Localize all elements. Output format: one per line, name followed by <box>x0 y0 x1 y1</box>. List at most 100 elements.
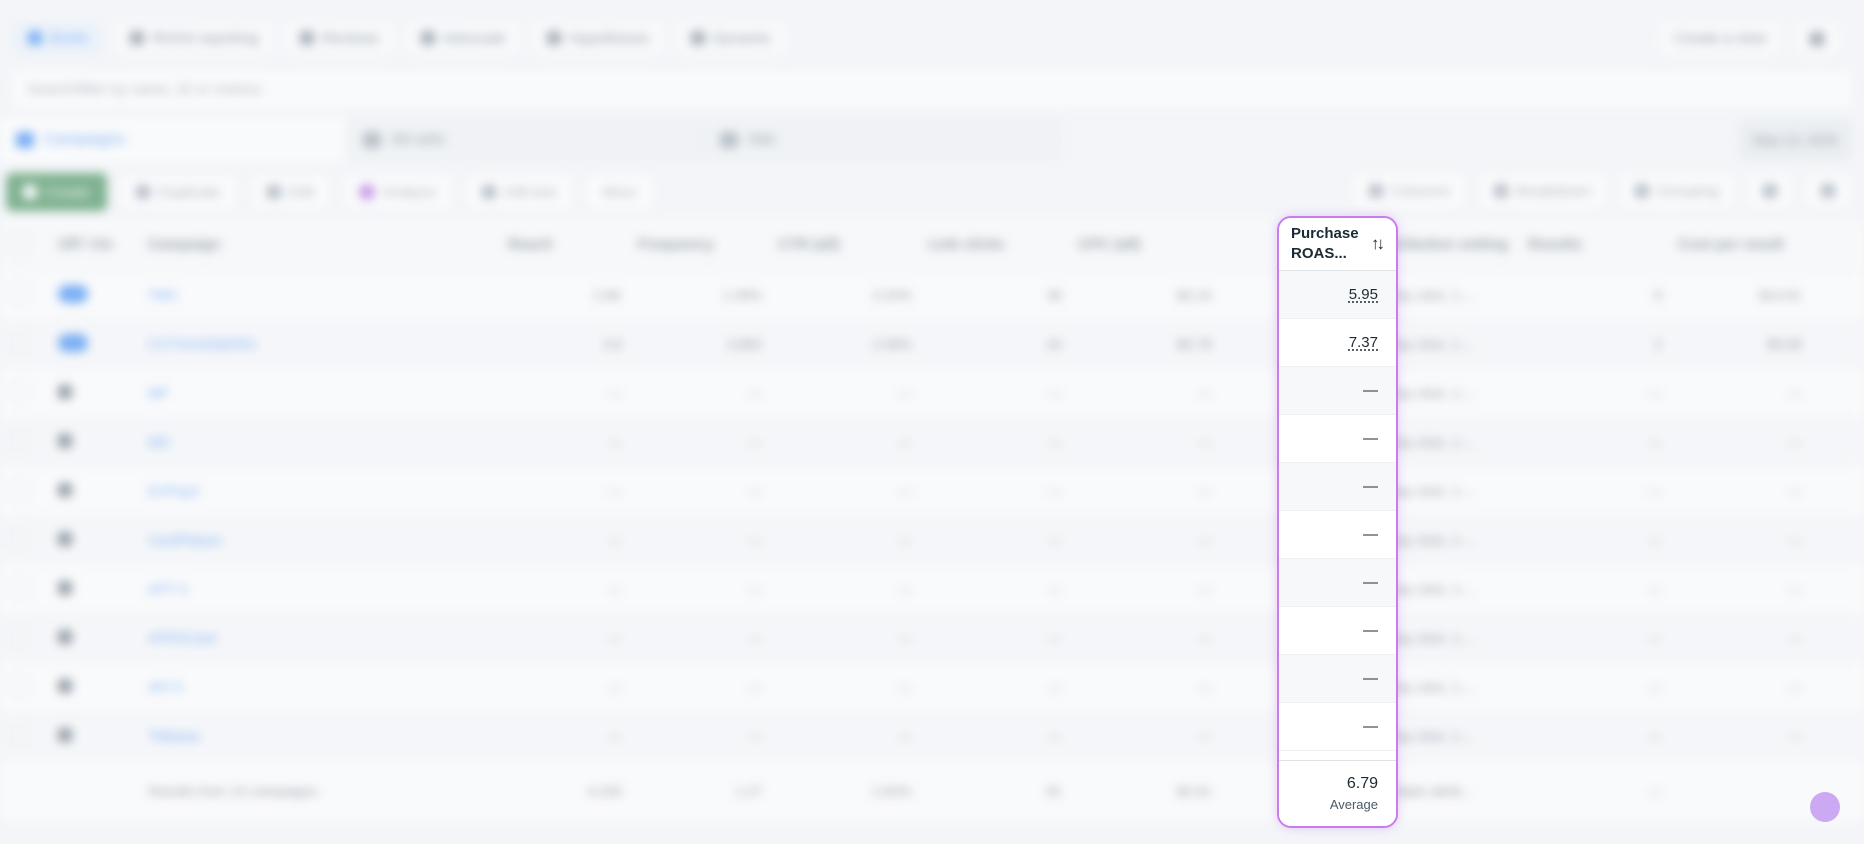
campaign-name-link[interactable]: MP <box>140 385 500 401</box>
row-toggle[interactable] <box>50 678 140 696</box>
reach-cell: — <box>608 434 622 450</box>
ctr-cell: — <box>898 385 912 401</box>
row-toggle[interactable] <box>50 384 140 402</box>
table-row[interactable]: TMbasic — — — — —7-day click, 1-... — — <box>0 712 1864 761</box>
row-checkbox[interactable] <box>0 430 50 454</box>
frequency-cell: — <box>748 483 762 499</box>
tab-campaigns[interactable]: Campaigns <box>0 118 347 162</box>
campaign-name-link[interactable]: API 5 <box>140 679 500 695</box>
row-checkbox[interactable] <box>0 528 50 552</box>
sort-arrows-icon[interactable]: ↑↓ <box>1371 234 1385 254</box>
settings-button[interactable] <box>1804 172 1852 210</box>
row-toggle[interactable] <box>50 727 140 745</box>
row-toggle[interactable] <box>50 531 140 549</box>
row-checkbox[interactable] <box>0 675 50 699</box>
header-link-clicks[interactable]: Link clicks <box>920 236 1070 253</box>
row-checkbox[interactable] <box>0 381 50 405</box>
ctr-cell: — <box>898 532 912 548</box>
table-row[interactable]: TMC 2.8K 1.09% 3.20% 38 $2.24 7-day click, 1-.… <box>0 271 1864 320</box>
frequency-cell: 3,860 <box>726 336 762 352</box>
edit-button[interactable]: Edit <box>249 173 332 211</box>
footer-clicks: 81 <box>1046 783 1062 799</box>
table-body: TMC 2.8K 1.09% 3.20% 38 $2.24 7-day click, 1-.… <box>0 271 1864 761</box>
row-checkbox[interactable] <box>0 479 50 503</box>
clicks-cell: — <box>1048 385 1062 401</box>
empty-value-dash: — <box>1363 430 1378 447</box>
table-row[interactable]: MP — — — — —7-day click, 1-... — — <box>0 369 1864 418</box>
campaign-name-link[interactable]: APT 3 <box>140 581 500 597</box>
row-toggle[interactable] <box>50 284 140 306</box>
purchase-roas-title: Purchase ROAS... <box>1291 225 1359 262</box>
campaign-name-link[interactable]: APFDCard <box>140 630 500 646</box>
top-tab-dynamic[interactable]: Dynamic <box>674 21 788 55</box>
purchase-roas-header[interactable]: Purchase ROAS... ↑↓ <box>1279 218 1396 271</box>
search-input[interactable]: Search/filter by name, ID or metrics <box>10 68 1854 110</box>
header-campaign[interactable]: Campaign <box>140 236 500 253</box>
top-tab-briefs[interactable]: Briefs <box>12 21 105 55</box>
footer-ctr: 2.82% <box>872 783 912 799</box>
top-tab-advocate[interactable]: Advocate <box>404 21 522 55</box>
create-view-button[interactable]: Create a view <box>1658 22 1782 55</box>
table-row[interactable]: CCT/AUSSIE/EN 3.6 3,860 2.58% 43 $0.78 7-day c… <box>0 320 1864 369</box>
breakdown-icon <box>1494 184 1509 198</box>
header-results[interactable]: Results <box>1520 236 1670 253</box>
tab-ad-sets[interactable]: Ad sets <box>347 118 704 162</box>
assistant-bubble-icon[interactable] <box>1810 792 1840 822</box>
table-row[interactable]: APT 3— — — — —7-day click, 1-... — — <box>0 565 1864 614</box>
header-frequency[interactable]: Frequency <box>630 236 770 253</box>
table-row[interactable]: MD — — — — —7-day click, 1-... — — <box>0 418 1864 467</box>
header-reach[interactable]: Reach <box>500 236 630 253</box>
table-row[interactable]: CardPlatum — — — — —7-day click, 1-... — — <box>0 516 1864 565</box>
table-row[interactable]: API 5— — — — —7-day click, 1-... — — <box>0 663 1864 712</box>
top-tab-roas[interactable]: ROAS reporting <box>114 21 275 55</box>
table-row[interactable]: EVPay3— — — — —7-day click, 1-... — — <box>0 467 1864 516</box>
grid-icon <box>363 132 381 148</box>
campaign-name-link[interactable]: TMC <box>140 287 500 303</box>
top-tab-reviews[interactable]: Reviews <box>284 21 395 55</box>
campaign-name-link[interactable]: EVPay3 <box>140 483 500 499</box>
more-button[interactable]: More <box>585 173 654 211</box>
empty-value-dash: — <box>1363 382 1378 399</box>
campaign-name-link[interactable]: MD <box>140 434 500 450</box>
header-cost-per-result[interactable]: Cost per result <box>1670 236 1810 253</box>
analyze-button[interactable]: Analyze <box>343 173 453 211</box>
header-cpc[interactable]: CPC (all) <box>1070 236 1220 253</box>
reach-cell: — <box>608 532 622 548</box>
row-toggle[interactable] <box>50 629 140 647</box>
breakdown-button[interactable]: Breakdown <box>1477 172 1609 210</box>
campaign-name-link[interactable]: CCT/AUSSIE/EN <box>140 336 500 352</box>
export-icon <box>1763 184 1777 198</box>
row-checkbox[interactable] <box>0 626 50 650</box>
sparkle-icon <box>360 185 375 199</box>
table-header: Off / On Campaign Reach Frequency CTR (a… <box>0 218 1864 271</box>
row-checkbox[interactable] <box>0 283 50 307</box>
row-checkbox[interactable] <box>0 577 50 601</box>
duplicate-button[interactable]: Duplicate <box>119 173 238 211</box>
campaign-name-link[interactable]: TMbasic <box>140 728 500 744</box>
row-checkbox[interactable] <box>0 724 50 748</box>
table-row[interactable]: APFDCard — — — — —7-day click, 1-... — — <box>0 614 1864 663</box>
roas-value: 7.37 <box>1348 334 1378 351</box>
search-toggle-button[interactable] <box>1794 22 1840 55</box>
create-button[interactable]: Create <box>6 173 108 211</box>
row-toggle[interactable] <box>50 482 140 500</box>
columns-button[interactable]: Columns <box>1352 172 1468 210</box>
row-toggle[interactable] <box>50 580 140 598</box>
campaign-name-link[interactable]: CardPlatum <box>140 532 500 548</box>
purchase-roas-cell: — <box>1279 511 1396 559</box>
results-cell: — <box>1648 483 1662 499</box>
select-all-checkbox[interactable] <box>0 232 50 256</box>
top-tab-hypotheses[interactable]: Hypotheses <box>531 21 665 55</box>
header-ctr[interactable]: CTR (all) <box>770 236 920 253</box>
tab-ads[interactable]: Ads <box>704 118 1061 162</box>
export-button[interactable] <box>1746 172 1794 210</box>
row-checkbox[interactable] <box>0 332 50 356</box>
row-toggle[interactable] <box>50 433 140 451</box>
grouping-button[interactable]: Grouping <box>1618 172 1736 210</box>
background-ads-manager: Briefs ROAS reporting Reviews Advocate H… <box>0 0 1864 844</box>
cpc-cell: $0.78 <box>1176 336 1212 352</box>
header-off-on[interactable]: Off / On <box>50 236 140 253</box>
date-range-picker[interactable]: May 13, 2025 <box>1739 120 1852 160</box>
row-toggle[interactable] <box>50 333 140 355</box>
ab-test-button[interactable]: A/B test <box>464 173 574 211</box>
